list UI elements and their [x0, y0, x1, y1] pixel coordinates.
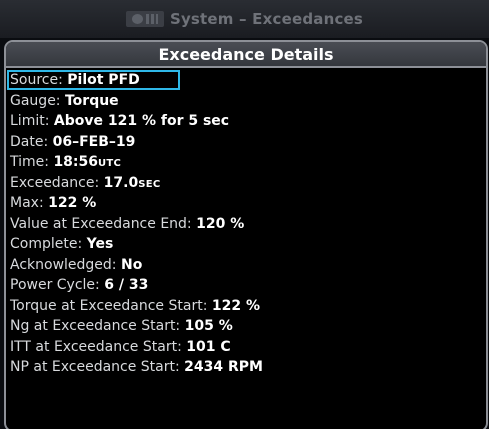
exceedance-screen: System – Exceedances Exceedance Details …	[0, 0, 489, 429]
title-bar: System – Exceedances	[0, 0, 489, 38]
detail-value: 17.0	[103, 174, 139, 191]
detail-value: 122 %	[211, 297, 260, 314]
garmin-logo-icon	[125, 11, 164, 27]
detail-label: Torque at Exceedance Start:	[10, 297, 208, 314]
detail-label: Max:	[10, 195, 44, 211]
detail-row: Date: 06–FEB–19	[10, 132, 486, 153]
detail-row: Value at Exceedance End: 120 %	[10, 214, 486, 235]
detail-value: Above 121 % for 5 sec	[53, 113, 230, 129]
detail-label: Ng at Exceedance Start:	[10, 318, 181, 334]
detail-row: Power Cycle: 6 / 33	[10, 275, 486, 296]
detail-value: 18:56	[53, 154, 99, 170]
detail-row: Torque at Exceedance Start: 122 %	[10, 296, 486, 317]
detail-value: 101 C	[186, 338, 231, 355]
detail-value: 2434 RPM	[184, 359, 263, 375]
selection-cursor[interactable]: Source: Pilot PFD	[7, 70, 180, 90]
detail-value: 06–FEB–19	[52, 133, 136, 150]
detail-label: Complete:	[10, 236, 83, 252]
detail-label: Power Cycle:	[10, 277, 100, 293]
detail-label: NP at Exceedance Start:	[10, 359, 180, 375]
detail-label: Exceedance:	[10, 174, 100, 191]
detail-label: Date:	[10, 133, 49, 150]
detail-label: Gauge:	[10, 92, 61, 109]
detail-label: ITT at Exceedance Start:	[10, 338, 182, 355]
detail-row: Complete: Yes	[10, 234, 486, 255]
detail-label: Acknowledged:	[10, 256, 117, 273]
detail-list: Source: Pilot PFD Gauge: Torque Limit: Abo…	[6, 68, 486, 378]
detail-value: Yes	[86, 236, 114, 252]
detail-row[interactable]: Source: Pilot PFD	[7, 70, 216, 91]
exceedance-details-panel: Exceedance Details Source: Pilot PFD Gaug…	[4, 40, 488, 429]
detail-row: ITT at Exceedance Start: 101 C	[10, 337, 486, 358]
detail-row: Limit: Above 121 % for 5 sec	[10, 111, 486, 132]
detail-row: NP at Exceedance Start: 2434 RPM	[10, 357, 486, 378]
detail-label: Time:	[10, 154, 49, 170]
detail-row: Time: 18:56UTC	[10, 152, 486, 173]
detail-value: 122 %	[48, 195, 97, 211]
detail-row: Exceedance: 17.0SEC	[10, 173, 486, 194]
detail-unit: SEC	[138, 178, 161, 190]
panel-header: Exceedance Details	[6, 42, 486, 68]
detail-value: Torque	[64, 92, 119, 109]
detail-unit: UTC	[98, 158, 122, 169]
detail-row: Ng at Exceedance Start: 105 %	[10, 316, 486, 337]
detail-row: Max: 122 %	[10, 193, 486, 214]
detail-label: Source:	[10, 72, 63, 88]
detail-value: Pilot PFD	[67, 72, 140, 88]
detail-value: 6 / 33	[104, 277, 149, 293]
detail-value: No	[120, 256, 143, 273]
detail-row: Gauge: Torque	[10, 91, 486, 112]
detail-label: Value at Exceedance End:	[10, 215, 192, 232]
title-text: System – Exceedances	[169, 10, 364, 28]
detail-label: Limit:	[10, 113, 50, 129]
detail-value: 120 %	[196, 215, 245, 232]
detail-value: 105 %	[184, 318, 233, 334]
detail-row: Acknowledged: No	[10, 255, 486, 276]
